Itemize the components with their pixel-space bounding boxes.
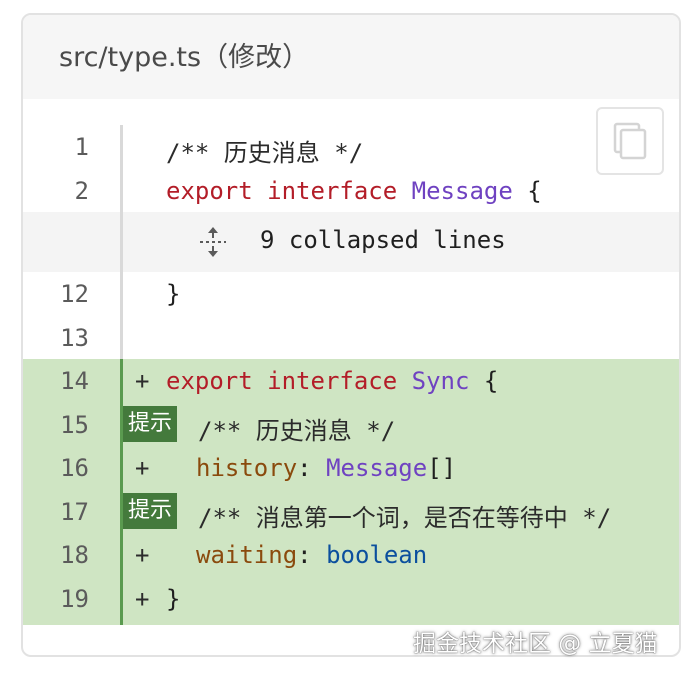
gutter bbox=[120, 168, 123, 212]
add-marker: + bbox=[135, 367, 150, 395]
code-text: /** 历史消息 */ bbox=[198, 416, 396, 445]
type-name: Sync bbox=[411, 367, 470, 395]
keyword: export interface bbox=[166, 367, 412, 395]
property-name: history bbox=[196, 454, 298, 482]
add-marker: + bbox=[135, 454, 150, 482]
watermark: 掘金技术社区 @ 立夏猫 bbox=[413, 631, 658, 657]
code-punct: : bbox=[297, 454, 327, 482]
code-punct: { bbox=[469, 367, 499, 395]
added-line: 15 提示 /** 历史消息 */ bbox=[23, 402, 679, 446]
line-number: 15 bbox=[60, 410, 89, 439]
collapsed-lines-button[interactable]: 9 collapsed lines bbox=[23, 212, 679, 272]
gutter bbox=[120, 212, 123, 272]
type-name: Message bbox=[326, 454, 428, 482]
file-title: src/type.ts（修改） bbox=[59, 42, 310, 73]
added-line: 14 + export interface Sync { bbox=[23, 359, 679, 403]
gutter bbox=[120, 125, 123, 169]
gutter bbox=[120, 533, 123, 577]
added-line: 19 + } bbox=[23, 576, 679, 625]
type-name: Message bbox=[411, 176, 513, 205]
line-number: 13 bbox=[60, 323, 89, 352]
code-text: export interface Message { bbox=[166, 177, 542, 205]
add-marker: + bbox=[135, 584, 150, 613]
gutter bbox=[120, 359, 123, 403]
hint-badge: 提示 bbox=[123, 405, 178, 442]
added-line: 17 提示 /** 消息第一个词，是否在等待中 */ bbox=[23, 489, 679, 533]
line-number: 1 bbox=[74, 133, 89, 161]
code-line: 2 export interface Message { bbox=[23, 168, 679, 212]
gutter bbox=[120, 576, 123, 625]
add-marker: + bbox=[135, 541, 150, 569]
code-text: /** 消息第一个词，是否在等待中 */ bbox=[198, 503, 612, 532]
line-number: 14 bbox=[60, 367, 89, 395]
gutter bbox=[120, 446, 123, 490]
property-name: waiting bbox=[196, 541, 298, 569]
file-header: src/type.ts（修改） bbox=[23, 15, 679, 99]
code-text: } bbox=[166, 584, 181, 613]
line-number: 2 bbox=[74, 176, 89, 205]
line-number: 12 bbox=[60, 280, 89, 308]
line-number: 18 bbox=[60, 541, 89, 569]
code-text: waiting: boolean bbox=[196, 541, 427, 569]
code-text: export interface Sync { bbox=[166, 367, 498, 395]
hint-badge: 提示 bbox=[123, 492, 178, 529]
code-text: } bbox=[166, 280, 181, 308]
keyword: export interface bbox=[166, 176, 412, 205]
expand-icon bbox=[200, 227, 226, 257]
code-line: 1 /** 历史消息 */ bbox=[23, 125, 679, 169]
collapsed-lines-label: 9 collapsed lines bbox=[260, 226, 506, 254]
gutter bbox=[120, 315, 123, 359]
code-punct: [] bbox=[427, 454, 457, 482]
code-text: history: Message[] bbox=[196, 454, 456, 482]
code-text: /** 历史消息 */ bbox=[166, 139, 364, 167]
line-number: 17 bbox=[60, 497, 89, 526]
code-punct: : bbox=[297, 541, 327, 569]
code-block: 1 /** 历史消息 */ 2 export interface Message… bbox=[23, 125, 679, 625]
line-number: 19 bbox=[60, 584, 89, 613]
added-line: 16 + history: Message[] bbox=[23, 446, 679, 490]
line-number: 16 bbox=[60, 454, 89, 482]
added-line: 18 + waiting: boolean bbox=[23, 533, 679, 577]
primitive-type: boolean bbox=[326, 541, 428, 569]
gutter bbox=[120, 272, 123, 316]
code-line: 12 } bbox=[23, 272, 679, 316]
code-diff-panel: src/type.ts（修改） 1 /** 历史消息 */ 2 export i… bbox=[21, 13, 681, 657]
code-punct: { bbox=[512, 176, 542, 205]
code-line: 13 bbox=[23, 315, 679, 359]
